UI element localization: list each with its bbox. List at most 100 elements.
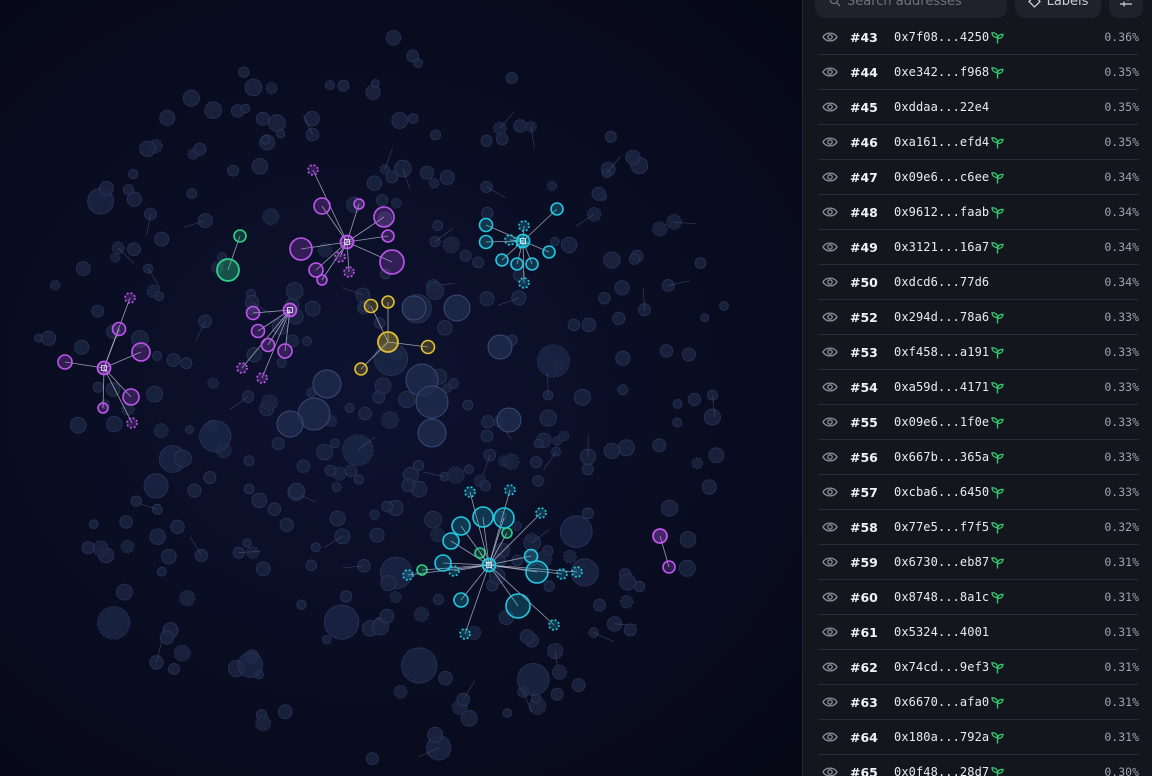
holder-row[interactable]: #61 0x5324...4001 0.31%	[819, 615, 1139, 650]
holder-row[interactable]: #63 0x6670...afa0 0.31%	[819, 685, 1139, 720]
holder-node[interactable]	[503, 453, 520, 470]
holder-node[interactable]	[152, 350, 163, 361]
holder-node[interactable]	[448, 565, 460, 577]
holder-node[interactable]	[296, 599, 307, 610]
holder-node[interactable]	[246, 546, 260, 560]
holder-node[interactable]	[567, 318, 581, 332]
holder-node[interactable]	[513, 119, 527, 133]
holder-node[interactable]	[550, 236, 560, 247]
holder-node[interactable]	[619, 573, 637, 591]
holder-node[interactable]	[186, 188, 198, 199]
holder-node[interactable]	[719, 301, 729, 311]
holder-node[interactable]	[679, 531, 697, 548]
holder-address[interactable]: 0xa59d...4171	[894, 380, 989, 394]
holder-node[interactable]	[146, 385, 164, 403]
search-box[interactable]	[815, 0, 1007, 18]
holder-node[interactable]	[559, 515, 593, 548]
holder-node[interactable]	[111, 321, 127, 337]
holder-node[interactable]	[432, 594, 444, 606]
eye-icon[interactable]	[822, 661, 838, 673]
holder-node[interactable]	[255, 715, 272, 732]
holder-node[interactable]	[446, 466, 465, 484]
holder-address[interactable]: 0xa161...efd4	[894, 135, 989, 149]
holder-node[interactable]	[571, 566, 583, 578]
holder-node[interactable]	[617, 384, 629, 396]
holder-node[interactable]	[478, 217, 494, 233]
holder-node[interactable]	[533, 438, 544, 449]
holder-node[interactable]	[652, 438, 667, 453]
eye-icon[interactable]	[822, 451, 838, 463]
holder-node[interactable]	[542, 245, 556, 259]
holder-node[interactable]	[550, 202, 564, 216]
holder-node[interactable]	[529, 456, 543, 469]
holder-row[interactable]: #59 0x6730...eb87 0.31%	[819, 545, 1139, 580]
holder-row[interactable]: #53 0xf458...a191 0.33%	[819, 335, 1139, 370]
eye-icon[interactable]	[822, 101, 838, 113]
holder-node[interactable]	[398, 391, 416, 409]
holder-node[interactable]	[443, 294, 471, 322]
holder-node[interactable]	[154, 291, 165, 302]
holder-node[interactable]	[694, 257, 707, 269]
holder-address[interactable]: 0x5324...4001	[894, 625, 989, 639]
holder-node[interactable]	[174, 449, 192, 468]
eye-icon[interactable]	[822, 206, 838, 218]
bubble-graph-svg[interactable]	[0, 0, 802, 776]
holder-node[interactable]	[369, 527, 385, 543]
eye-icon[interactable]	[822, 381, 838, 393]
holder-node[interactable]	[373, 317, 386, 329]
holder-address[interactable]: 0xdcd6...77d6	[894, 275, 989, 289]
holder-node[interactable]	[324, 464, 337, 477]
holder-node[interactable]	[267, 502, 282, 517]
holder-node[interactable]	[495, 253, 509, 267]
holder-node[interactable]	[97, 606, 131, 640]
holder-node[interactable]	[119, 515, 133, 529]
holder-node[interactable]	[122, 388, 140, 406]
holder-node[interactable]	[493, 507, 515, 529]
holder-node[interactable]	[526, 532, 537, 543]
holder-node[interactable]	[74, 339, 90, 355]
cluster-hub-node[interactable]	[377, 331, 399, 353]
holder-node[interactable]	[390, 197, 402, 209]
holder-node[interactable]	[420, 339, 436, 355]
holder-node[interactable]	[358, 406, 373, 421]
holder-node[interactable]	[127, 242, 141, 257]
eye-icon[interactable]	[822, 31, 838, 43]
holder-node[interactable]	[126, 191, 142, 207]
holder-node[interactable]	[525, 257, 539, 271]
holder-node[interactable]	[187, 483, 202, 498]
holder-node[interactable]	[451, 516, 471, 536]
holder-row[interactable]: #45 0xddaa...22e4 0.35%	[819, 90, 1139, 125]
holder-node[interactable]	[237, 652, 264, 678]
holder-node[interactable]	[573, 388, 591, 406]
holder-node[interactable]	[110, 252, 121, 263]
holder-node[interactable]	[105, 381, 121, 397]
holder-node[interactable]	[285, 282, 304, 300]
cluster-hub-node[interactable]	[481, 557, 497, 573]
holder-node[interactable]	[391, 112, 409, 129]
holder-node[interactable]	[179, 589, 196, 607]
holder-node[interactable]	[472, 256, 485, 269]
eye-icon[interactable]	[822, 66, 838, 78]
holder-node[interactable]	[504, 234, 516, 246]
holder-node[interactable]	[81, 541, 95, 555]
eye-icon[interactable]	[822, 696, 838, 708]
holder-node[interactable]	[438, 670, 453, 686]
holder-node[interactable]	[275, 129, 286, 139]
holder-row[interactable]: #44 0xe342...f968 0.35%	[819, 55, 1139, 90]
holder-node[interactable]	[363, 298, 379, 314]
holder-node[interactable]	[233, 229, 247, 243]
holder-row[interactable]: #58 0x77e5...f7f5 0.32%	[819, 510, 1139, 545]
holder-node[interactable]	[75, 261, 91, 277]
holder-node[interactable]	[185, 425, 195, 435]
holder-node[interactable]	[130, 495, 142, 507]
cluster-hub-node[interactable]	[515, 233, 531, 249]
holder-node[interactable]	[501, 527, 513, 539]
holder-node[interactable]	[623, 623, 637, 637]
holder-row[interactable]: #64 0x180a...792a 0.31%	[819, 720, 1139, 755]
eye-icon[interactable]	[822, 171, 838, 183]
holder-node[interactable]	[49, 279, 61, 291]
holder-node[interactable]	[374, 377, 392, 395]
holder-node[interactable]	[316, 443, 333, 461]
holder-node[interactable]	[357, 558, 371, 573]
holder-node[interactable]	[434, 554, 452, 572]
